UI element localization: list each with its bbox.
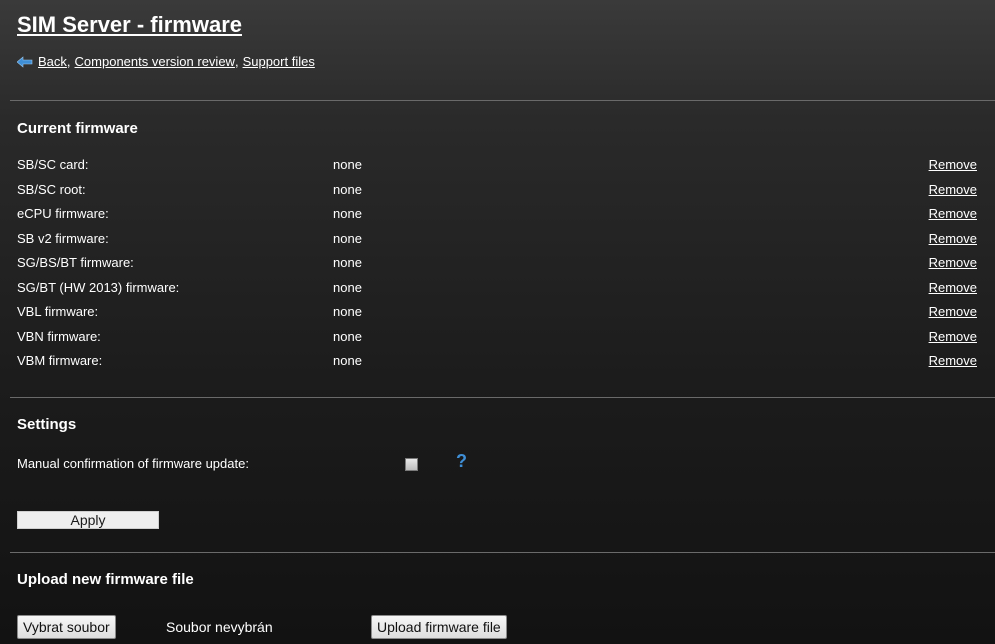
choose-file-button[interactable]: Vybrat soubor xyxy=(17,615,116,639)
firmware-label: eCPU firmware: xyxy=(17,206,109,221)
help-icon[interactable]: ? xyxy=(456,451,467,472)
divider xyxy=(10,100,995,101)
components-version-review-link[interactable]: Components version review xyxy=(75,54,235,69)
divider xyxy=(10,397,995,398)
remove-link[interactable]: Remove xyxy=(929,182,977,197)
firmware-row: VBM firmware: none Remove xyxy=(17,353,977,377)
firmware-row: SG/BT (HW 2013) firmware: none Remove xyxy=(17,280,977,304)
remove-link[interactable]: Remove xyxy=(929,304,977,319)
firmware-label: VBM firmware: xyxy=(17,353,103,368)
firmware-label: SG/BS/BT firmware: xyxy=(17,255,134,270)
firmware-row: SB/SC root: none Remove xyxy=(17,182,977,206)
firmware-label: VBN firmware: xyxy=(17,328,101,344)
firmware-row: VBN firmware: none Remove xyxy=(17,329,977,353)
link-separator: , xyxy=(66,54,71,69)
firmware-row: SB/SC card: none Remove xyxy=(17,157,977,181)
back-arrow-icon[interactable] xyxy=(17,55,33,68)
back-link[interactable]: Back xyxy=(38,54,67,69)
remove-link[interactable]: Remove xyxy=(929,157,977,172)
remove-link[interactable]: Remove xyxy=(929,231,977,246)
firmware-value: none xyxy=(333,279,362,295)
link-separator: , xyxy=(234,54,239,69)
upload-heading: Upload new firmware file xyxy=(17,571,194,588)
firmware-value: none xyxy=(333,230,362,246)
manual-confirmation-checkbox[interactable] xyxy=(405,458,418,471)
firmware-row: eCPU firmware: none Remove xyxy=(17,206,977,230)
breadcrumb: Back, Components version review, Support… xyxy=(17,54,315,69)
firmware-label: VBL firmware: xyxy=(17,304,99,319)
firmware-value: none xyxy=(333,304,362,319)
firmware-page: SIM Server - firmware Back, Components v… xyxy=(0,0,995,644)
firmware-row: SG/BS/BT firmware: none Remove xyxy=(17,255,977,279)
apply-button[interactable]: Apply xyxy=(17,511,159,529)
remove-link[interactable]: Remove xyxy=(929,206,977,221)
manual-confirmation-label: Manual confirmation of firmware update: xyxy=(17,456,249,471)
file-status: Soubor nevybrán xyxy=(166,619,273,635)
firmware-value: none xyxy=(333,206,362,221)
upload-firmware-button[interactable]: Upload firmware file xyxy=(371,615,507,639)
firmware-label: SB/SC card: xyxy=(17,157,89,172)
firmware-value: none xyxy=(333,353,362,368)
remove-link[interactable]: Remove xyxy=(929,255,977,270)
remove-link[interactable]: Remove xyxy=(929,280,977,295)
current-firmware-heading: Current firmware xyxy=(17,120,138,137)
remove-link[interactable]: Remove xyxy=(929,329,977,344)
firmware-label: SB/SC root: xyxy=(17,181,86,197)
firmware-value: none xyxy=(333,328,362,344)
firmware-label: SG/BT (HW 2013) firmware: xyxy=(17,279,180,295)
firmware-value: none xyxy=(333,255,362,270)
firmware-row: VBL firmware: none Remove xyxy=(17,304,977,328)
firmware-value: none xyxy=(333,157,362,172)
page-title[interactable]: SIM Server - firmware xyxy=(17,12,242,38)
firmware-row: SB v2 firmware: none Remove xyxy=(17,231,977,255)
settings-heading: Settings xyxy=(17,416,77,433)
firmware-label: SB v2 firmware: xyxy=(17,230,109,246)
divider xyxy=(10,552,995,553)
support-files-link[interactable]: Support files xyxy=(243,54,315,69)
remove-link[interactable]: Remove xyxy=(929,353,977,368)
firmware-value: none xyxy=(333,181,362,197)
